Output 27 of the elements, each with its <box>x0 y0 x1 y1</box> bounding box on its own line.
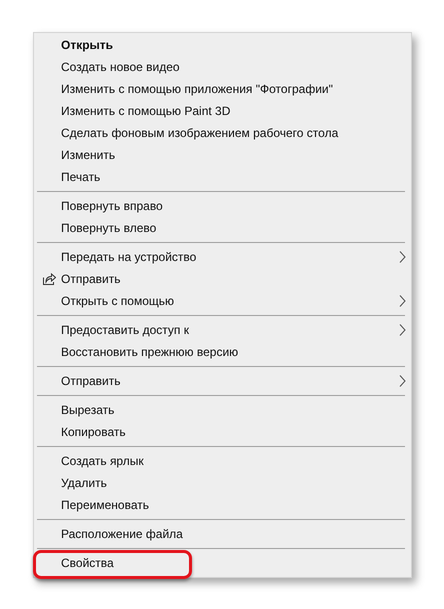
menu-item[interactable]: Создать новое видео <box>34 56 411 78</box>
menu-item[interactable]: Свойства <box>34 552 411 574</box>
chevron-right-icon <box>399 295 406 307</box>
menu-item[interactable]: Печать <box>34 166 411 188</box>
menu-item[interactable]: Отправить <box>34 370 411 392</box>
menu-item[interactable]: Создать ярлык <box>34 450 411 472</box>
menu-item[interactable]: Расположение файла <box>34 523 411 545</box>
menu-item[interactable]: Отправить <box>34 268 411 290</box>
menu-item[interactable]: Предоставить доступ к <box>34 319 411 341</box>
menu-item[interactable]: Повернуть вправо <box>34 195 411 217</box>
menu-item[interactable]: Открыть <box>34 34 411 56</box>
menu-item[interactable]: Переименовать <box>34 494 411 516</box>
menu-item[interactable]: Копировать <box>34 421 411 443</box>
menu-item[interactable]: Изменить с помощью Paint 3D <box>34 100 411 122</box>
menu-item[interactable]: Вырезать <box>34 399 411 421</box>
menu-item[interactable]: Повернуть влево <box>34 217 411 239</box>
chevron-right-icon <box>399 375 406 387</box>
menu-item[interactable]: Изменить с помощью приложения "Фотографии" <box>34 78 411 100</box>
share-icon <box>43 273 56 285</box>
menu-item[interactable]: Сделать фоновым изображением рабочего стола <box>34 122 411 144</box>
chevron-right-icon <box>399 324 406 336</box>
menu-item[interactable]: Изменить <box>34 144 411 166</box>
menu-item[interactable]: Передать на устройство <box>34 246 411 268</box>
menu-item[interactable]: Открыть с помощью <box>34 290 411 312</box>
chevron-right-icon <box>399 251 406 263</box>
menu-item[interactable]: Восстановить прежнюю версию <box>34 341 411 363</box>
menu-item[interactable]: Удалить <box>34 472 411 494</box>
